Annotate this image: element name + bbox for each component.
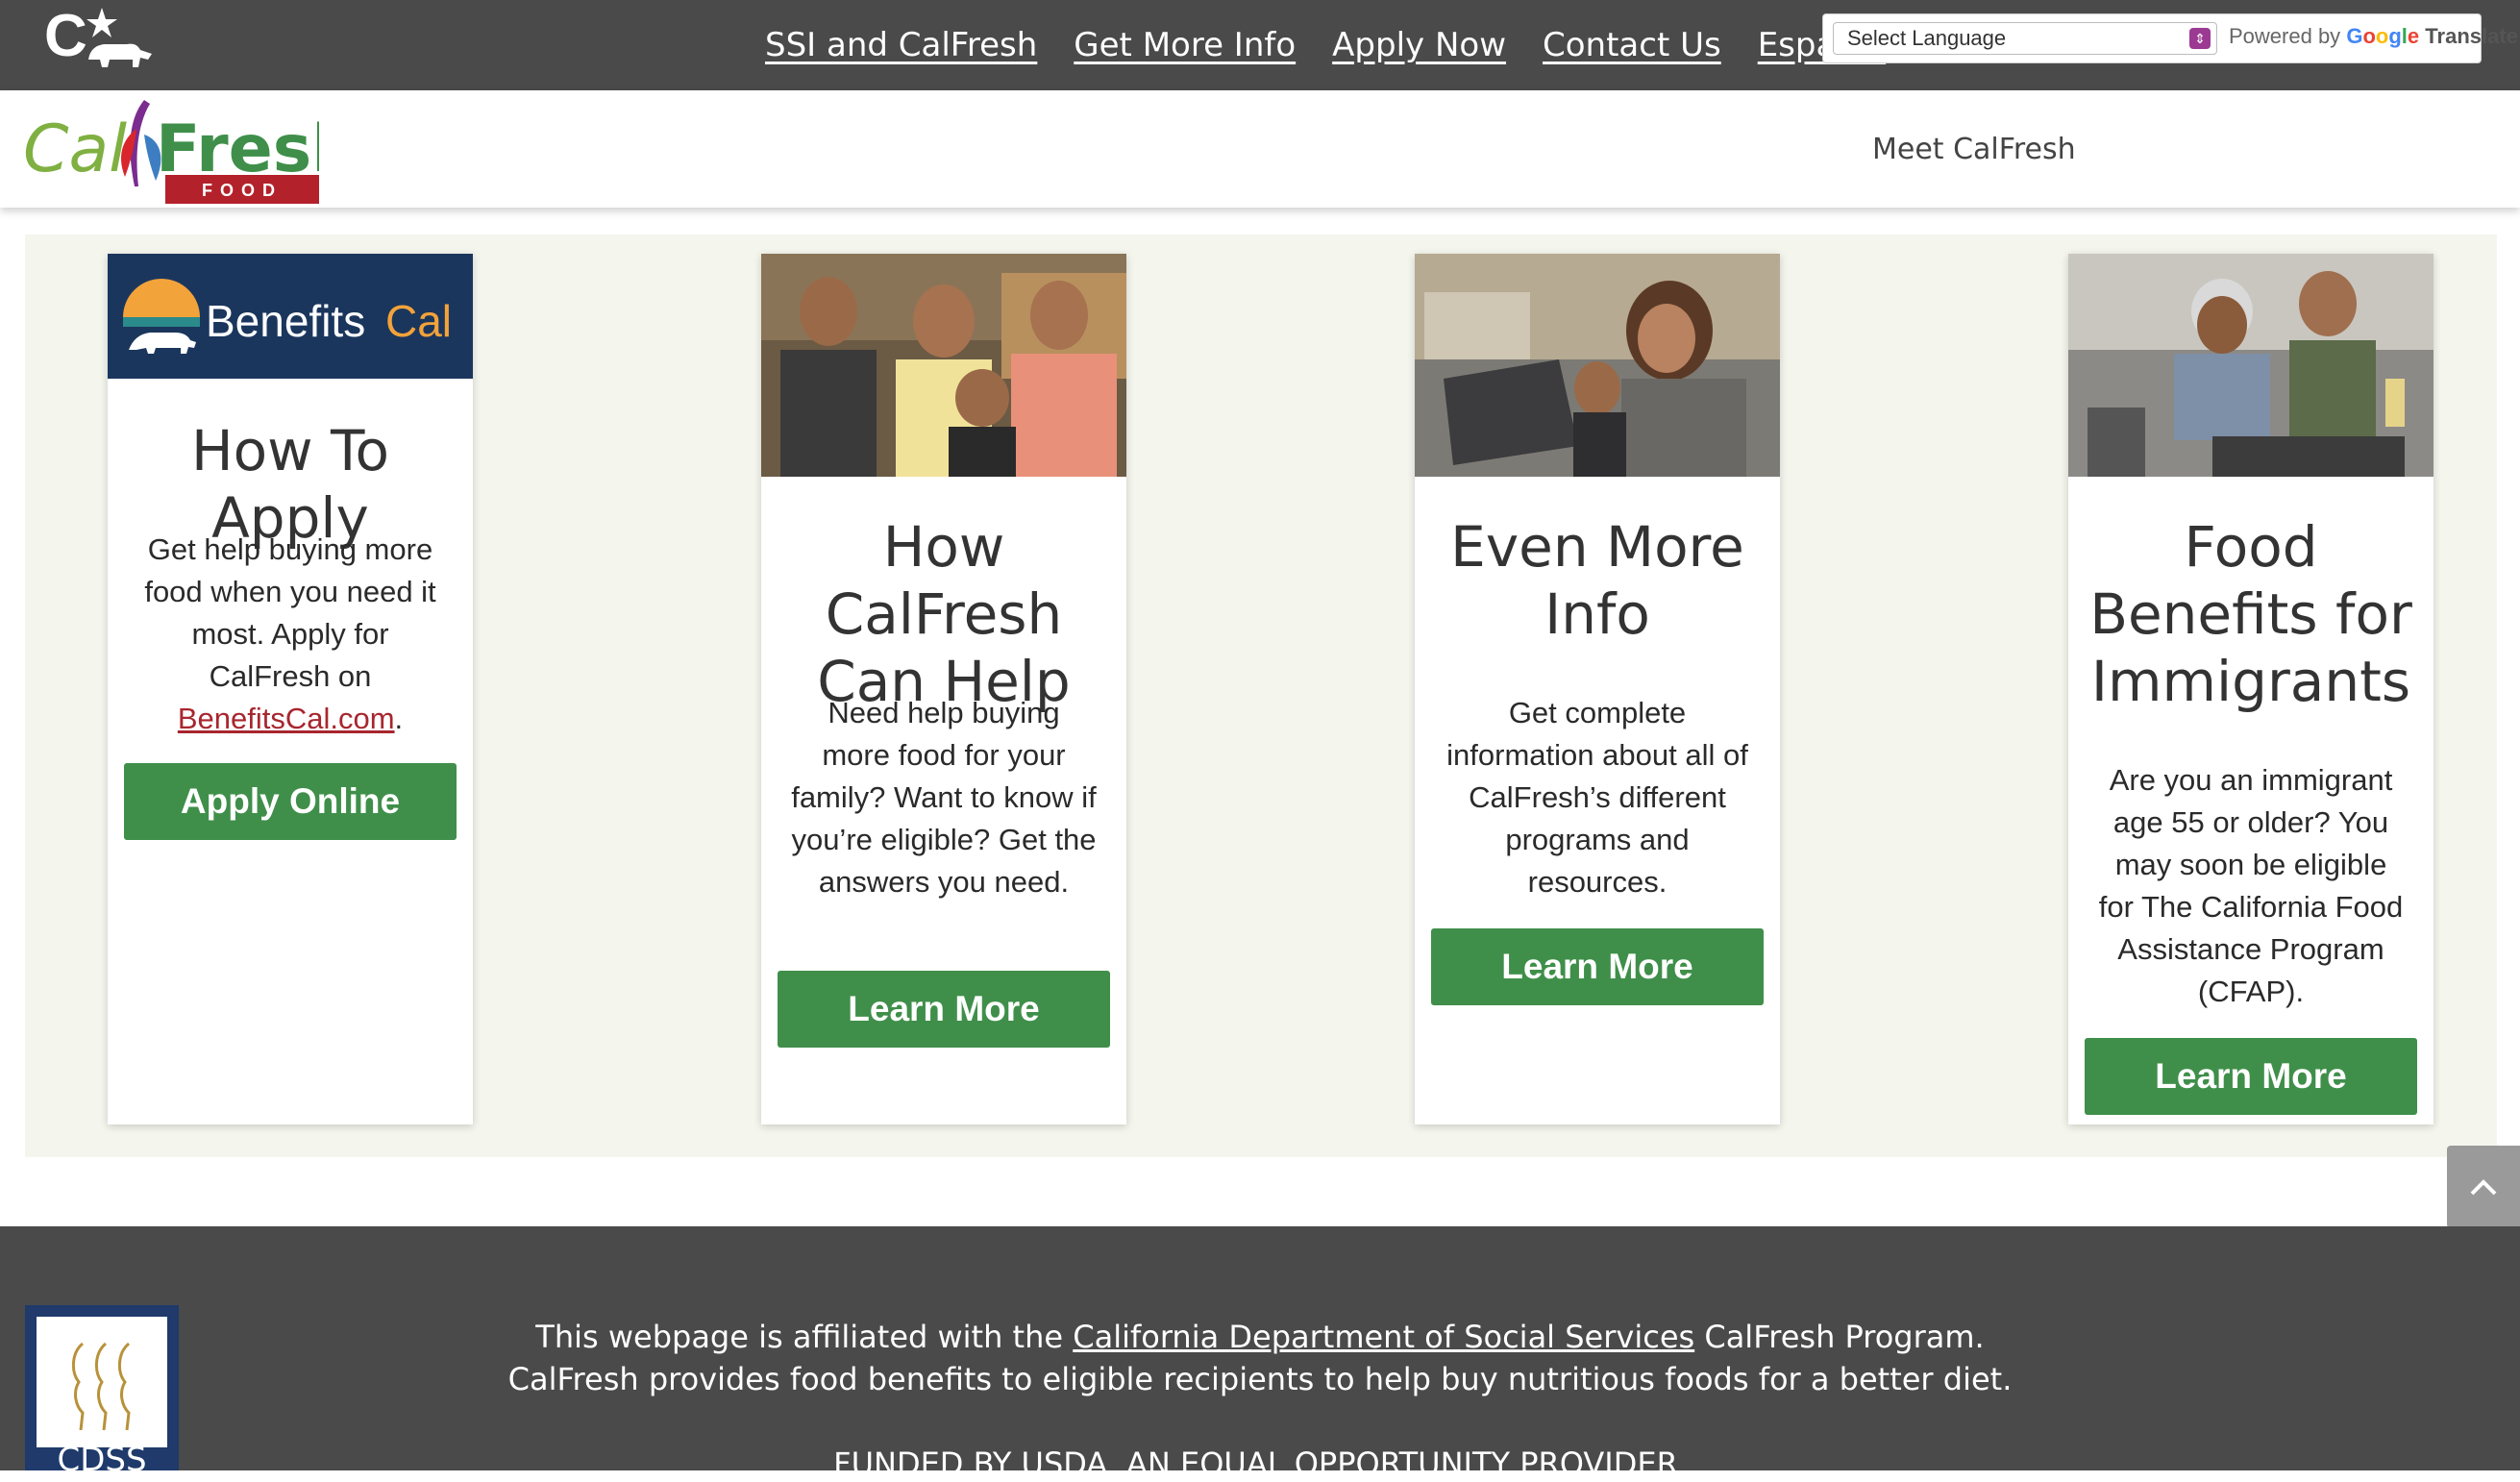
card-food-benefits-immigrants: Food Benefits for Immigrants Are you an … (2068, 254, 2434, 1124)
google-wordmark: Google (2346, 24, 2420, 48)
card-description: Need help buying more food for your fami… (791, 696, 1097, 899)
card-how-to-apply: Benefits Cal How To Apply Get help buyin… (108, 254, 473, 1124)
svg-text:Cal: Cal (23, 111, 127, 187)
learn-more-button[interactable]: Learn More (1431, 928, 1764, 1005)
top-bar: C SSI and CalFresh Get More Info Apply N… (0, 0, 2520, 90)
powered-by-google: Powered by Google Translate (2229, 24, 2518, 49)
nav-ssi-calfresh[interactable]: SSI and CalFresh (765, 26, 1037, 64)
benefitscal-logo: Benefits Cal (123, 279, 452, 358)
svg-text:Benefits: Benefits (206, 296, 365, 346)
cards-section: Benefits Cal How To Apply Get help buyin… (25, 235, 2497, 1157)
svg-text:Cal: Cal (385, 296, 452, 346)
google-translate-widget: Select Language ⇕ Powered by Google Tran… (1822, 13, 2518, 63)
top-nav: SSI and CalFresh Get More Info Apply Now… (765, 21, 1886, 69)
learn-more-button[interactable]: Learn More (778, 971, 1110, 1048)
card-description: Get help buying more food when you need … (144, 532, 436, 735)
svg-text:FOOD: FOOD (202, 181, 283, 200)
benefitscal-link[interactable]: BenefitsCal.com (178, 702, 395, 735)
cdss-link[interactable]: California Department of Social Services (1073, 1319, 1694, 1355)
language-select[interactable]: Select Language ⇕ (1833, 22, 2217, 55)
apply-online-button[interactable]: Apply Online (124, 763, 457, 840)
footer-usda-notice: FUNDED BY USDA. AN EQUAL OPPORTUNITY PRO… (833, 1445, 1687, 1482)
card-description: Are you an immigrant age 55 or older? Yo… (2098, 763, 2404, 1008)
card-title: Even More Info (1450, 514, 1744, 647)
svg-text:C: C (44, 4, 87, 69)
mother-child-laptop-photo (1415, 254, 1780, 477)
ca-state-logo[interactable]: C (44, 4, 160, 71)
card-even-more-info: Even More Info Get complete information … (1415, 254, 1780, 1124)
footer-description: CalFresh provides food benefits to eligi… (507, 1361, 2013, 1397)
translate-link[interactable]: Translate (2425, 24, 2518, 48)
card-how-calfresh-can-help: How CalFresh Can Help Need help buying m… (761, 254, 1126, 1124)
card-title: How CalFresh Can Help (817, 514, 1071, 714)
site-footer: CDSS This webpage is affiliated with the… (0, 1226, 2520, 1482)
select-arrow-icon: ⇕ (2189, 28, 2211, 49)
family-photo (761, 254, 1126, 477)
card-description: Get complete information about all of Ca… (1446, 696, 1748, 899)
meet-calfresh-link[interactable]: Meet CalFresh (1872, 133, 2076, 166)
nav-apply-now[interactable]: Apply Now (1332, 26, 1506, 64)
learn-more-button[interactable]: Learn More (2085, 1038, 2417, 1115)
site-header: Cal Fresh FOOD Meet CalFresh (0, 90, 2520, 208)
couple-cooking-photo (2068, 254, 2434, 477)
calfresh-logo[interactable]: Cal Fresh FOOD (21, 90, 319, 208)
card-title: Food Benefits for Immigrants (2089, 514, 2412, 714)
chevron-up-icon (2470, 1179, 2497, 1196)
back-to-top-button[interactable] (2447, 1146, 2520, 1228)
language-select-label: Select Language (1847, 26, 2007, 50)
nav-contact-us[interactable]: Contact Us (1543, 26, 1721, 64)
nav-get-more-info[interactable]: Get More Info (1074, 26, 1296, 64)
footer-affiliation: This webpage is affiliated with the Cali… (535, 1319, 1985, 1355)
powered-by-text: Powered by (2229, 24, 2341, 48)
benefitscal-banner: Benefits Cal (108, 254, 473, 379)
